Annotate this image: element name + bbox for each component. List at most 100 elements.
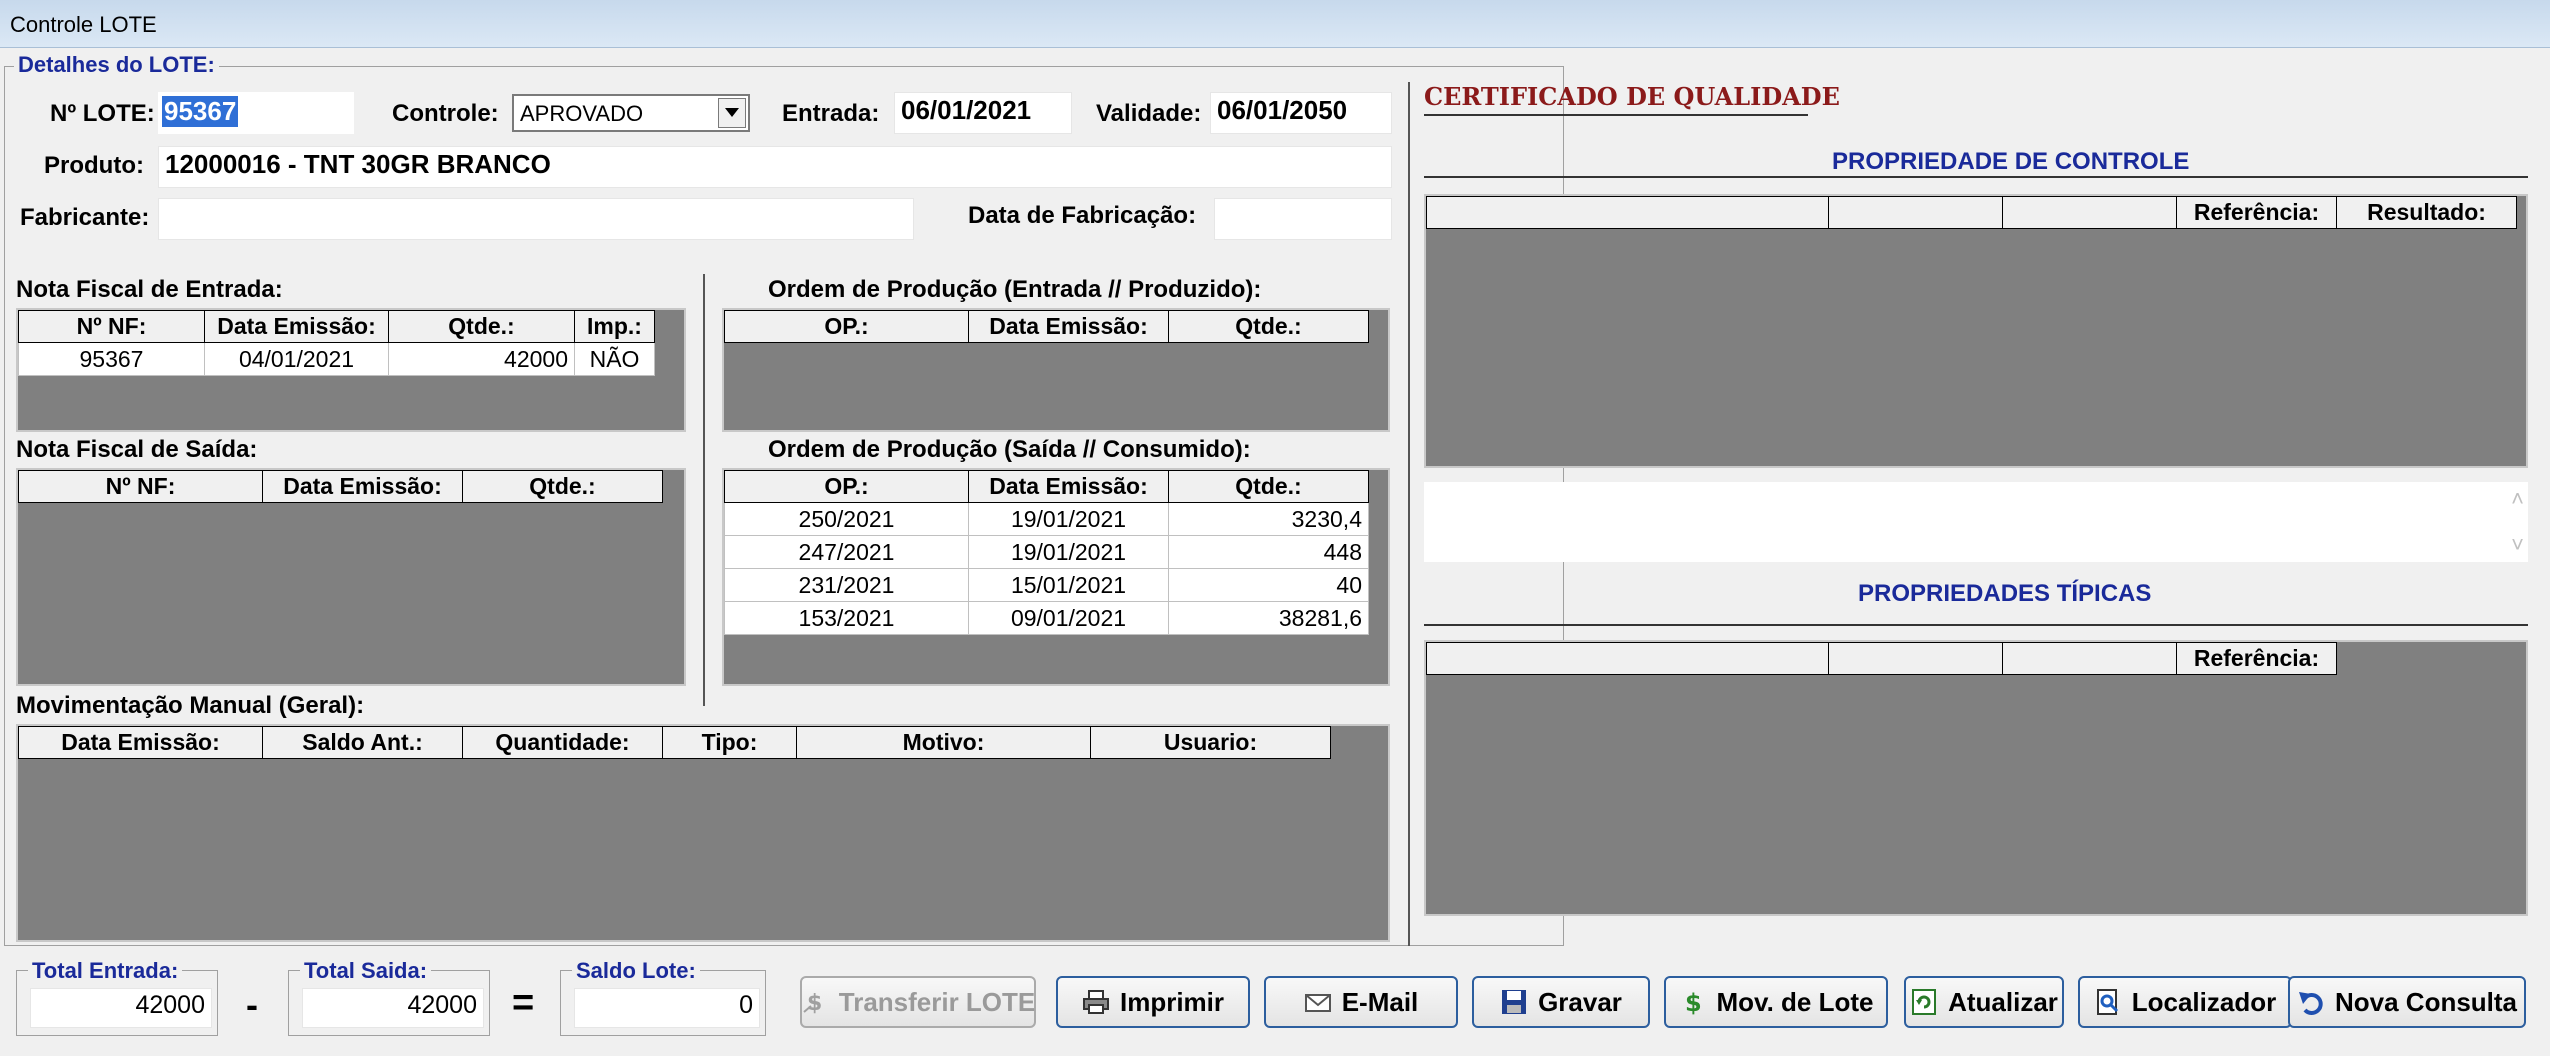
col-header[interactable]: Data Emissão: [18,726,263,759]
gravar-button[interactable]: Gravar [1472,976,1650,1028]
svg-text:$: $ [807,991,822,1016]
details-group-title: Detalhes do LOTE: [14,52,219,78]
chevron-down-icon[interactable] [718,98,746,128]
saldo-lote-label: Saldo Lote: [572,958,700,984]
localizador-button[interactable]: Localizador [2078,976,2292,1028]
imprimir-button[interactable]: Imprimir [1056,976,1250,1028]
lote-field[interactable]: 95367 [158,92,354,134]
mov-lote-label: Mov. de Lote [1716,986,1874,1017]
col-header[interactable]: OP.: [724,310,969,343]
col-header[interactable]: Nº NF: [18,310,205,343]
refresh-icon [1910,988,1938,1016]
atualizar-button[interactable]: Atualizar [1904,976,2064,1028]
table-row[interactable]: 231/2021 15/01/2021 40 [724,568,1369,602]
col-header[interactable]: Saldo Ant.: [262,726,463,759]
col-header[interactable]: Motivo: [796,726,1091,759]
nf-saida-title: Nota Fiscal de Saída: [16,436,258,463]
op-saida-grid[interactable]: OP.: Data Emissão: Qtde.: 250/2021 19/01… [722,468,1390,686]
table-row[interactable]: 247/2021 19/01/2021 448 [724,535,1369,569]
money-icon: $ [1679,988,1707,1017]
data-fabricacao-label: Data de Fabricação: [968,202,1197,229]
col-header[interactable]: Qtde.: [388,310,575,343]
col-header[interactable] [2002,196,2177,229]
cell-data: 09/01/2021 [968,601,1169,635]
propriedade-controle-grid[interactable]: Referência: Resultado: [1424,194,2528,468]
window-title: Controle LOTE [10,12,157,37]
col-header[interactable]: Imp.: [574,310,655,343]
cell-op: 231/2021 [724,568,969,602]
col-header[interactable]: Data Emissão: [968,470,1169,503]
lote-value: 95367 [162,96,239,127]
certificado-notes[interactable]: ˄ ˅ [1424,482,2528,562]
col-header[interactable] [1426,196,1829,229]
col-header[interactable] [1828,642,2003,675]
propriedade-controle-header-row: Referência: Resultado: [1426,196,2517,229]
produto-field[interactable]: 12000016 - TNT 30GR BRANCO [158,146,1392,188]
produto-label: Produto: [44,152,144,179]
col-header[interactable] [1426,642,1829,675]
table-row[interactable]: 250/2021 19/01/2021 3230,4 [724,502,1369,536]
col-header[interactable]: Referência: [2176,642,2337,675]
nova-consulta-button[interactable]: Nova Consulta [2288,976,2526,1028]
total-saida-field[interactable]: 42000 [302,988,484,1028]
nf-entrada-grid[interactable]: Nº NF: Data Emissão: Qtde.: Imp.: 95367 … [16,308,686,432]
col-header[interactable]: Tipo: [662,726,797,759]
col-header[interactable]: Data Emissão: [204,310,389,343]
propriedades-tipicas-grid[interactable]: Referência: [1424,640,2528,916]
atualizar-label: Atualizar [1948,986,2058,1017]
printer-icon [1082,988,1110,1016]
total-entrada-field[interactable]: 42000 [30,988,212,1028]
col-header[interactable]: Resultado: [2336,196,2517,229]
lote-label: Nº LOTE: [50,100,155,127]
mov-manual-grid[interactable]: Data Emissão: Saldo Ant.: Quantidade: Ti… [16,724,1390,942]
table-row[interactable]: 95367 04/01/2021 42000 NÃO [18,342,655,376]
title-bar: Controle LOTE [0,0,2550,48]
nf-saida-grid[interactable]: Nº NF: Data Emissão: Qtde.: [16,468,686,686]
fabricante-field[interactable] [158,198,914,240]
mov-manual-header-row: Data Emissão: Saldo Ant.: Quantidade: Ti… [18,726,1331,759]
mov-lote-button[interactable]: $ Mov. de Lote [1664,976,1888,1028]
col-header[interactable]: Data Emissão: [262,470,463,503]
table-row[interactable]: 153/2021 09/01/2021 38281,6 [724,601,1369,635]
equals-sign: = [512,982,535,1024]
email-button[interactable]: E-Mail [1264,976,1458,1028]
transferir-lote-button[interactable]: $ Transferir LOTE [800,976,1036,1028]
controle-select[interactable]: APROVADO [512,94,750,132]
col-header[interactable] [2002,642,2177,675]
col-header[interactable]: Qtde.: [1168,310,1369,343]
total-saida-label: Total Saida: [300,958,432,984]
cell-data: 15/01/2021 [968,568,1169,602]
validade-field[interactable]: 06/01/2050 [1210,92,1392,134]
col-header[interactable]: Nº NF: [18,470,263,503]
cell-op: 250/2021 [724,502,969,536]
col-header[interactable]: Data Emissão: [968,310,1169,343]
op-entrada-grid[interactable]: OP.: Data Emissão: Qtde.: [722,308,1390,432]
envelope-icon [1304,988,1332,1016]
col-header[interactable] [1828,196,2003,229]
col-header[interactable]: Usuario: [1090,726,1331,759]
nf-entrada-header-row: Nº NF: Data Emissão: Qtde.: Imp.: [18,310,655,343]
propriedade-controle-line [1424,176,2528,178]
col-header[interactable]: Referência: [2176,196,2337,229]
cell-qtde: 448 [1168,535,1369,569]
total-entrada-label: Total Entrada: [28,958,183,984]
col-header[interactable]: Qtde.: [1168,470,1369,503]
col-header[interactable]: Qtde.: [462,470,663,503]
saldo-lote-field[interactable]: 0 [574,988,760,1028]
data-fabricacao-field[interactable] [1214,198,1392,240]
propriedades-tipicas-line [1424,624,2528,626]
scroll-down-icon[interactable]: ˅ [2511,532,2524,558]
entrada-field[interactable]: 06/01/2021 [894,92,1072,134]
col-header[interactable]: Quantidade: [462,726,663,759]
controle-lote-window: Controle LOTE Detalhes do LOTE: Nº LOTE:… [0,0,2550,1056]
nf-entrada-title: Nota Fiscal de Entrada: [16,276,283,303]
email-label: E-Mail [1341,986,1419,1017]
nf-saida-header-row: Nº NF: Data Emissão: Qtde.: [18,470,663,503]
col-header[interactable]: OP.: [724,470,969,503]
cell-imp: NÃO [574,342,655,376]
propriedade-controle-title: PROPRIEDADE DE CONTROLE [1832,148,2190,175]
nova-consulta-label: Nova Consulta [2334,986,2518,1017]
mov-manual-title: Movimentação Manual (Geral): [16,692,365,719]
cell-op: 247/2021 [724,535,969,569]
scroll-up-icon[interactable]: ˄ [2511,486,2524,512]
